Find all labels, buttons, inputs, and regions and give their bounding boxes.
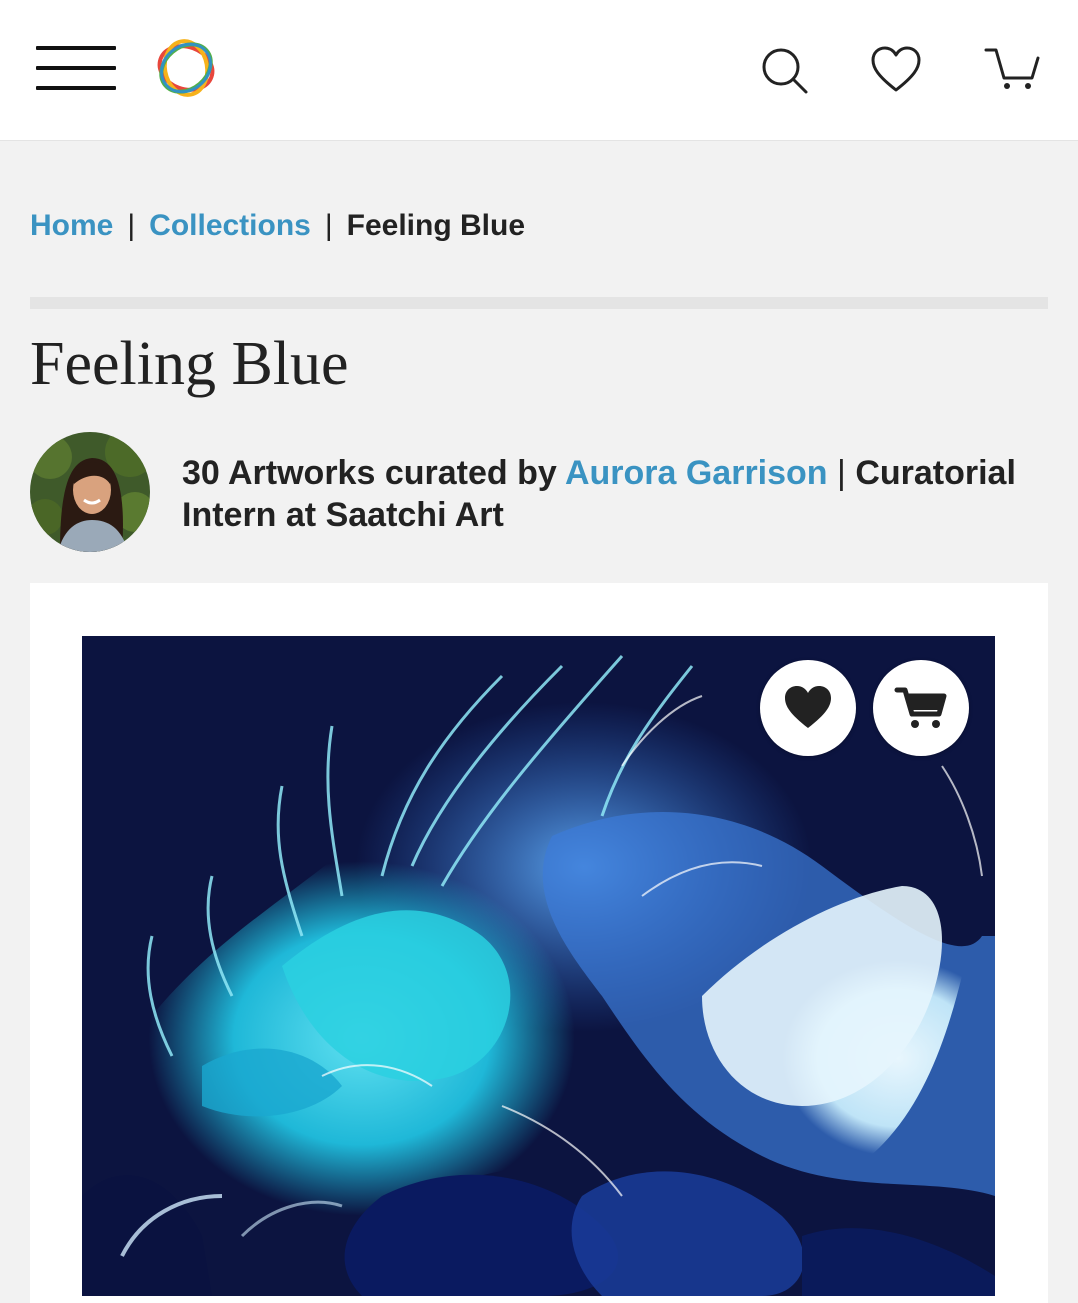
breadcrumb-separator: |: [127, 209, 136, 242]
search-icon[interactable]: [756, 42, 812, 98]
cart-filled-icon: [894, 687, 947, 728]
heart-outline-icon[interactable]: [868, 42, 924, 98]
top-navigation-bar: [0, 0, 1078, 141]
curator-name-link[interactable]: Aurora Garrison: [565, 454, 828, 492]
breadcrumb: Home | Collections | Feeling Blue: [30, 206, 525, 246]
breadcrumb-current: Feeling Blue: [346, 209, 526, 242]
favorite-button[interactable]: [760, 660, 856, 756]
breadcrumb-separator: |: [324, 209, 333, 242]
section-divider: [30, 297, 1048, 309]
add-to-cart-button[interactable]: [873, 660, 969, 756]
page-title: Feeling Blue: [30, 330, 349, 398]
artwork-count-text: 30 Artworks curated by: [182, 454, 565, 492]
cart-icon[interactable]: [984, 42, 1040, 98]
breadcrumb-home-link[interactable]: Home: [30, 209, 113, 243]
artwork-image[interactable]: [82, 636, 995, 1296]
saatchi-art-logo[interactable]: [154, 36, 218, 100]
hamburger-menu-icon[interactable]: [36, 46, 116, 90]
curator-separator: |: [837, 454, 846, 492]
heart-filled-icon: [785, 686, 831, 728]
collection-curator-info: 30 Artworks curated by Aurora Garrison |…: [182, 452, 1044, 536]
curator-avatar[interactable]: [30, 432, 150, 552]
breadcrumb-collections-link[interactable]: Collections: [149, 209, 311, 243]
